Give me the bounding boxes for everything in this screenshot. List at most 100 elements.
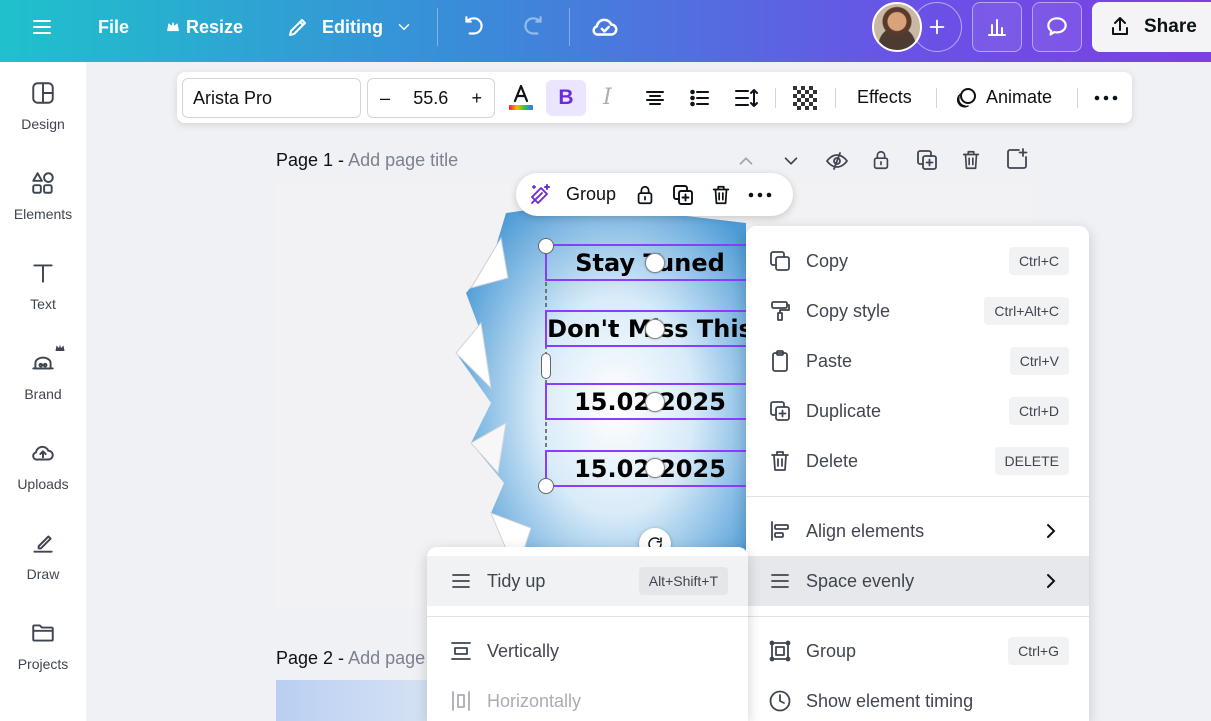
increase-font-size-button[interactable]: +	[471, 88, 482, 109]
sidebar-item-projects[interactable]: Projects	[0, 606, 86, 686]
shortcut-hint: Ctrl+Alt+C	[984, 297, 1069, 325]
cloud-save-status[interactable]	[590, 0, 620, 54]
resize-button[interactable]: Resize	[166, 0, 243, 54]
page-label: Page 1 -	[276, 150, 349, 170]
shortcut-hint: Ctrl+G	[1008, 637, 1069, 665]
menu-item-duplicate[interactable]: Duplicate Ctrl+D	[746, 386, 1089, 436]
sidebar-item-uploads[interactable]: Uploads	[0, 426, 86, 506]
space-evenly-icon	[768, 569, 792, 593]
insights-button[interactable]	[972, 2, 1022, 52]
menu-item-tidy-up[interactable]: Tidy up Alt+Shift+T	[427, 556, 748, 606]
page-title-placeholder[interactable]: Add page	[348, 648, 425, 668]
menu-item-paste[interactable]: Paste Ctrl+V	[746, 336, 1089, 386]
bold-button[interactable]: B	[546, 80, 586, 116]
user-avatar[interactable]	[872, 2, 922, 52]
undo-button[interactable]	[461, 0, 487, 54]
move-page-down-button[interactable]	[780, 150, 802, 172]
duplicate-page-button[interactable]	[915, 148, 939, 172]
text-align-button[interactable]	[643, 72, 667, 123]
move-page-up-button[interactable]	[735, 150, 757, 172]
menu-item-space-evenly[interactable]: Space evenly	[746, 556, 1089, 606]
page-2-title[interactable]: Page 2 - Add page	[276, 648, 425, 669]
menu-item-delete[interactable]: Delete DELETE	[746, 436, 1089, 486]
more-options-button[interactable]	[1093, 72, 1119, 123]
sidebar-item-label: Uploads	[17, 476, 69, 492]
delete-button[interactable]	[710, 183, 732, 207]
animate-icon	[954, 86, 978, 110]
text-color-button[interactable]	[507, 72, 535, 123]
hide-page-button[interactable]	[825, 149, 849, 173]
menu-item-copy-style[interactable]: Copy style Ctrl+Alt+C	[746, 286, 1089, 336]
chevron-down-icon	[395, 18, 413, 36]
font-size-value[interactable]: 55.6	[413, 88, 448, 109]
brand-icon	[30, 344, 65, 376]
effects-button[interactable]: Effects	[857, 72, 912, 123]
resize-handle-top-left[interactable]	[538, 238, 554, 254]
sidebar-item-label: Elements	[13, 206, 73, 222]
left-sidebar: Design Elements Text Brand Uploads Draw …	[0, 62, 86, 721]
sidebar-item-design[interactable]: Design	[0, 66, 86, 146]
more-options-button[interactable]	[748, 183, 772, 207]
comments-button[interactable]	[1032, 2, 1082, 52]
menu-item-horizontally[interactable]: Horizontally	[427, 676, 748, 721]
share-button[interactable]: Share	[1092, 2, 1211, 52]
hamburger-icon	[30, 15, 54, 39]
sidebar-item-text[interactable]: Text	[0, 246, 86, 326]
menu-divider	[746, 616, 1089, 617]
font-family-picker[interactable]: Arista Pro	[182, 78, 361, 118]
resize-label: Resize	[186, 16, 244, 37]
lock-page-button[interactable]	[870, 148, 892, 172]
spacing-button[interactable]	[733, 72, 759, 123]
magic-edit-button[interactable]	[528, 183, 552, 207]
menu-item-vertically[interactable]: Vertically	[427, 626, 748, 676]
list-button[interactable]	[688, 72, 712, 123]
text-toolbar: Arista Pro – 55.6 + B I Effects Animate	[177, 72, 1132, 123]
decrease-font-size-button[interactable]: –	[380, 88, 390, 109]
lock-button[interactable]	[634, 183, 656, 207]
chevron-right-icon	[1043, 521, 1059, 541]
move-handle[interactable]	[645, 392, 665, 412]
text-color-icon	[507, 83, 535, 113]
divider	[569, 8, 570, 46]
menu-button[interactable]	[30, 0, 54, 54]
add-page-button[interactable]	[1005, 147, 1029, 171]
sidebar-item-draw[interactable]: Draw	[0, 516, 86, 596]
page-1-title[interactable]: Page 1 - Add page title	[276, 150, 458, 171]
ungroup-button[interactable]: Group	[566, 184, 616, 205]
transparency-button[interactable]	[792, 72, 818, 123]
page-label: Page 2 -	[276, 648, 349, 668]
context-menu: Copy Ctrl+C Copy style Ctrl+Alt+C Paste …	[746, 226, 1089, 721]
move-handle[interactable]	[645, 253, 665, 273]
italic-button[interactable]: I	[603, 72, 612, 123]
menu-item-label: Duplicate	[806, 400, 882, 421]
page-title-placeholder[interactable]: Add page title	[348, 150, 458, 170]
more-horizontal-icon	[748, 183, 772, 207]
menu-item-show-element-timing[interactable]: Show element timing	[746, 676, 1089, 721]
delete-page-button[interactable]	[960, 148, 982, 172]
sidebar-item-label: Brand	[24, 386, 62, 402]
move-handle[interactable]	[645, 458, 665, 478]
distribute-horizontal-icon	[449, 689, 473, 713]
group-icon	[768, 639, 792, 663]
font-size-stepper[interactable]: – 55.6 +	[367, 78, 495, 118]
menu-item-copy[interactable]: Copy Ctrl+C	[746, 236, 1089, 286]
move-handle[interactable]	[645, 319, 665, 339]
resize-handle-bottom-left[interactable]	[538, 478, 554, 494]
file-menu[interactable]: File	[98, 0, 129, 54]
elements-icon	[30, 170, 56, 196]
menu-item-group[interactable]: Group Ctrl+G	[746, 626, 1089, 676]
resize-handle-left[interactable]	[541, 353, 551, 379]
distribute-vertical-icon	[449, 639, 473, 663]
sidebar-item-brand[interactable]: Brand	[0, 336, 86, 416]
add-page-icon	[1005, 147, 1029, 171]
divider	[936, 88, 937, 108]
menu-item-align-elements[interactable]: Align elements	[746, 506, 1089, 556]
editing-mode-button[interactable]: Editing	[286, 0, 413, 54]
duplicate-button[interactable]	[671, 183, 695, 207]
animate-button[interactable]: Animate	[954, 72, 1052, 123]
sidebar-item-elements[interactable]: Elements	[0, 156, 86, 236]
sidebar-item-label: Draw	[26, 566, 60, 582]
more-horizontal-icon	[1093, 86, 1119, 110]
sidebar-item-label: Design	[21, 116, 65, 132]
redo-button[interactable]	[520, 0, 546, 54]
